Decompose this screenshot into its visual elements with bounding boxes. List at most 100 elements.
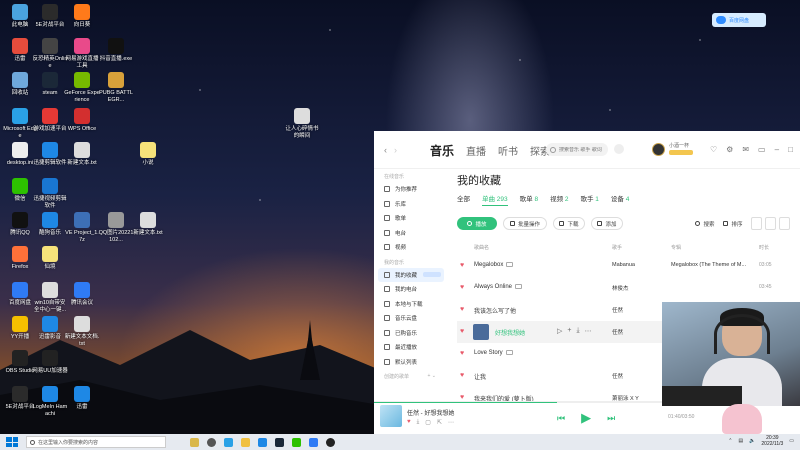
collection-tab[interactable]: 全部	[457, 193, 470, 206]
heart-icon[interactable]: ♥	[460, 284, 467, 291]
heart-icon[interactable]: ♥	[460, 262, 467, 269]
heart-icon[interactable]: ♥	[460, 372, 467, 379]
skin-icon[interactable]: ♡	[710, 145, 717, 154]
like-icon[interactable]: ♥	[407, 419, 411, 426]
more-icon[interactable]: ⋯	[585, 327, 592, 335]
more-icon[interactable]: ⋯	[448, 419, 454, 426]
desktop-icon[interactable]: 迅雷	[64, 386, 100, 411]
song-title[interactable]: 让我	[474, 372, 486, 381]
sidebar-item-mine-4[interactable]: 已购音乐	[374, 326, 450, 341]
add-icon[interactable]: +	[567, 327, 571, 335]
download-song-icon[interactable]: ⤓	[417, 419, 420, 426]
song-title[interactable]: Always Online	[474, 284, 523, 290]
tab-music[interactable]: 音乐	[430, 142, 454, 159]
desktop-icon[interactable]: VE Project_1.7z	[64, 212, 100, 243]
desktop-icon[interactable]: 酷狗音乐	[32, 212, 68, 237]
cloud-storage-widget[interactable]: 百度网盘	[712, 13, 766, 27]
col-duration[interactable]: 时长	[759, 244, 769, 251]
search-input[interactable]	[559, 146, 607, 153]
sort-button[interactable]: 排序	[721, 217, 745, 230]
taskbar-app-icon[interactable]	[190, 437, 199, 447]
share-icon[interactable]: ⇱	[437, 419, 442, 426]
now-playing[interactable]: 任然 - 好想我想她	[407, 408, 454, 417]
col-album[interactable]: 专辑	[671, 244, 681, 251]
play-icon[interactable]: ▷	[557, 327, 562, 335]
album-cover[interactable]	[380, 405, 402, 427]
avatar[interactable]	[652, 143, 665, 156]
list-view-icon[interactable]	[751, 217, 762, 230]
sidebar-item-online-1[interactable]: 乐库	[374, 197, 450, 212]
song-artist[interactable]: 任然	[612, 372, 623, 380]
sidebar-item-mine-2[interactable]: 本地与下载	[374, 297, 450, 312]
tab-audiobook[interactable]: 听书	[498, 143, 518, 158]
collection-tab[interactable]: 设备 4	[611, 193, 629, 206]
song-title[interactable]: Love Story	[474, 350, 513, 356]
collection-tab[interactable]: 单曲 293	[482, 193, 508, 206]
desktop-icon[interactable]: 5E对战平台	[32, 4, 68, 29]
tray-expand-icon[interactable]: ⌃	[728, 438, 732, 444]
song-thumbnail[interactable]	[473, 324, 489, 340]
desktop-icon[interactable]: 腾讯会议	[64, 282, 100, 307]
folder-icon[interactable]	[241, 437, 250, 447]
desktop-icon[interactable]: PUBG BATTLEGR...	[98, 72, 134, 103]
desktop-icon[interactable]: LogMeIn Hamachi	[32, 386, 68, 417]
mic-icon[interactable]	[614, 144, 624, 154]
edge-icon[interactable]	[224, 437, 233, 447]
sidebar-item-online-0[interactable]: 为你推荐	[374, 182, 450, 197]
collection-tab[interactable]: 歌手 1	[581, 193, 599, 206]
desktop-icon[interactable]: 网易游戏直播工具	[64, 38, 100, 69]
minimize-icon[interactable]: –	[775, 145, 779, 154]
desktop-icon[interactable]: 向日葵	[64, 4, 100, 29]
download-button[interactable]: 下载	[553, 217, 585, 230]
sidebar-item-online-2[interactable]: 歌单	[374, 211, 450, 226]
song-artist[interactable]: Mabanua	[612, 262, 635, 268]
desktop-icon[interactable]: steam	[32, 72, 68, 97]
sidebar-item-mine-5[interactable]: 最近播放	[374, 340, 450, 355]
desktop-icon[interactable]: 迅捷视频剪辑软件	[32, 178, 68, 209]
notification-icon[interactable]: ▭	[789, 438, 794, 444]
table-row[interactable]: ♥ Megalobox Mabanua Megalobox (The Theme of…	[457, 255, 797, 277]
sidebar-item-mine-0[interactable]: 我的收藏	[378, 267, 444, 282]
sidebar-item-mine-3[interactable]: 音乐云盘	[374, 311, 450, 326]
sidebar-item-mine-6[interactable]: 默认列表	[374, 355, 450, 370]
tab-live[interactable]: 直播	[466, 143, 486, 158]
batch-operation-button[interactable]: 批量操作	[503, 217, 547, 230]
collection-tab[interactable]: 歌单 8	[520, 193, 538, 206]
desktop-icon[interactable]: 网易UU加速器	[32, 350, 68, 375]
table-row[interactable]: ♥ Always Online 林俊杰 03:45	[457, 277, 797, 299]
volume-icon[interactable]: 🔈	[749, 438, 755, 444]
song-album[interactable]: Megalobox (The Theme of M...	[671, 262, 751, 268]
desktop-icon[interactable]: 小说	[130, 142, 166, 167]
heart-icon[interactable]: ♥	[460, 306, 467, 313]
user-name[interactable]: 小酒一杯	[669, 142, 689, 149]
vip-badge[interactable]	[669, 150, 693, 155]
comment-icon[interactable]: ▢	[425, 419, 431, 426]
desktop-icon[interactable]: GeForce Experience	[64, 72, 100, 103]
heart-icon[interactable]: ♥	[460, 328, 467, 335]
desktop-icon[interactable]: 迅雷影音	[32, 316, 68, 341]
sidebar-item-online-3[interactable]: 电台	[374, 226, 450, 241]
desktop-icon[interactable]: 新建文本.txt	[130, 212, 166, 237]
desktop-icon[interactable]: 迅捷剪辑软件	[32, 142, 68, 167]
search-list-button[interactable]: 搜索	[693, 217, 717, 230]
desktop-icon[interactable]: 仙境	[32, 246, 68, 271]
song-artist[interactable]: 任然	[612, 328, 623, 336]
song-artist[interactable]: 林俊杰	[612, 284, 629, 292]
sidebar-item-online-4[interactable]: 视频	[374, 240, 450, 255]
next-icon[interactable]: ⏭	[607, 413, 615, 424]
steam-icon[interactable]	[275, 437, 284, 447]
song-artist[interactable]: 任然	[612, 306, 623, 314]
wechat-icon[interactable]	[292, 437, 301, 447]
previous-icon[interactable]: ⏮	[557, 413, 565, 424]
col-title[interactable]: 歌曲名	[474, 244, 489, 251]
add-playlist-icon[interactable]: + ⌄	[428, 373, 437, 380]
desktop-icon[interactable]: 游戏加速平台	[32, 108, 68, 133]
taskbar-search[interactable]: 在这里输入你要搜索的内容	[26, 436, 166, 448]
kugou-icon[interactable]	[258, 437, 267, 447]
desktop-icon[interactable]: 让人心碎情书的瞬间	[284, 108, 320, 139]
clock[interactable]: 20:39 2022/11/3	[761, 435, 783, 447]
collection-tab[interactable]: 视频 2	[550, 193, 568, 206]
desktop-icon[interactable]: win10自带安全中心一键...	[32, 282, 68, 313]
obs-icon[interactable]	[326, 437, 335, 447]
play-icon[interactable]: ▶	[581, 410, 591, 426]
